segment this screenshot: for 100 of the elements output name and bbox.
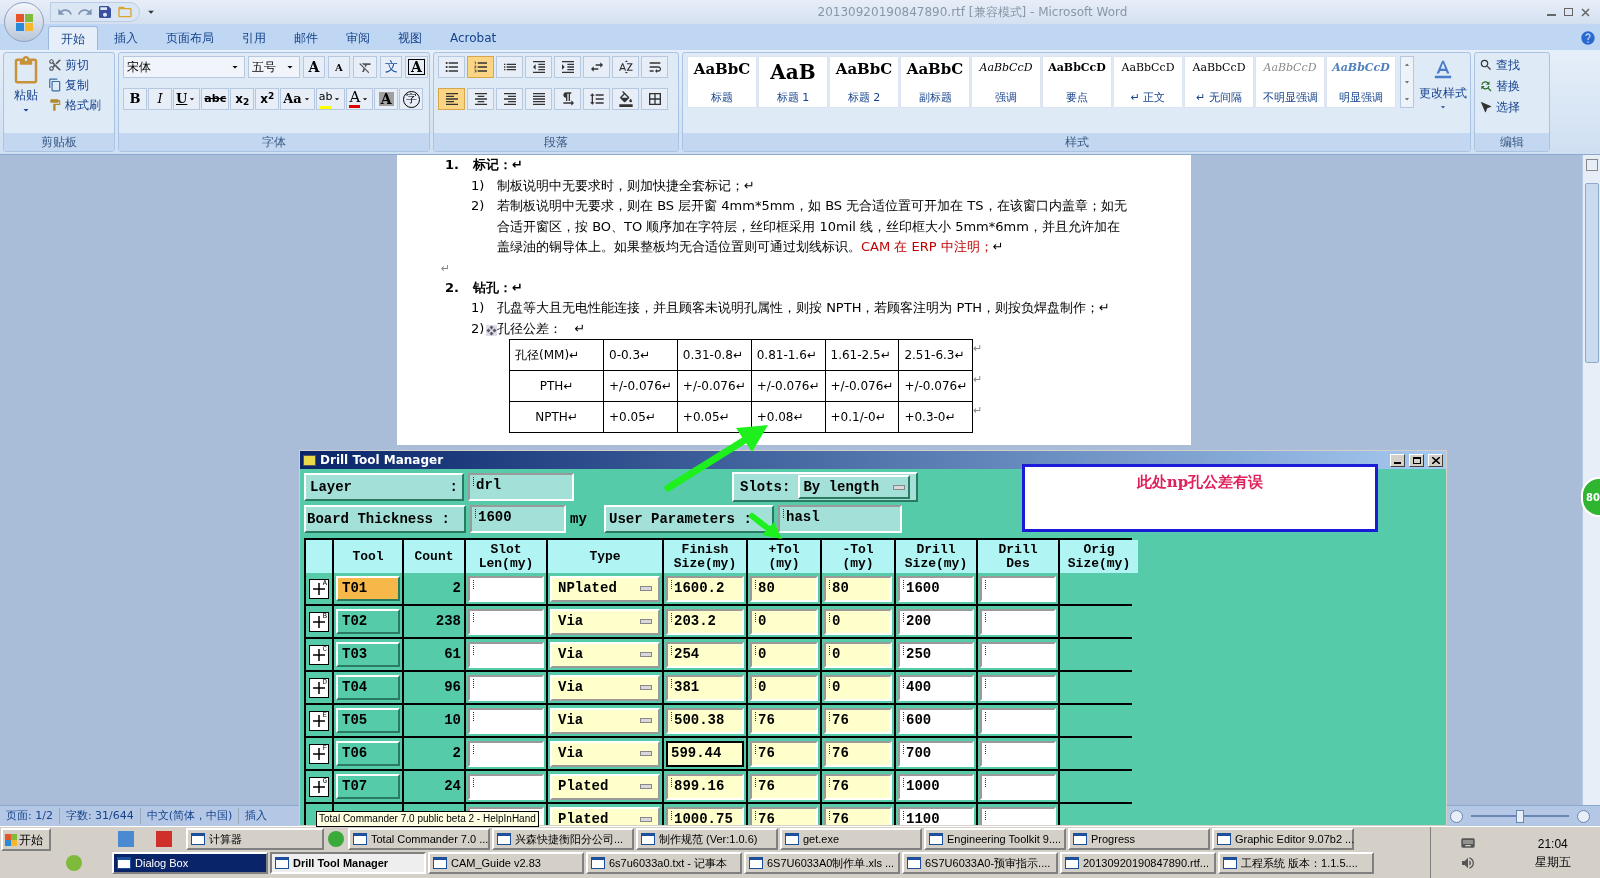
restore-icon[interactable] — [1564, 8, 1573, 16]
slot-length-field[interactable] — [468, 641, 544, 668]
style-swatch[interactable]: AaBbC 副标题 — [900, 56, 970, 108]
plus-tolerance-field[interactable]: 76 — [750, 773, 818, 800]
tool-button[interactable]: T07 — [336, 774, 400, 799]
drill-size-field[interactable]: 200 — [898, 608, 974, 635]
slot-length-field[interactable] — [468, 674, 544, 701]
taskbar-button[interactable]: 20130920190847890.rtf... — [1060, 852, 1216, 874]
copy-button[interactable]: 复制 — [48, 76, 101, 94]
drill-size-field[interactable]: 1100 — [898, 806, 974, 825]
quick-launch-icon[interactable] — [328, 831, 344, 847]
paste-button[interactable]: 粘贴 — [8, 56, 44, 133]
minus-tolerance-field[interactable]: 0 — [824, 674, 892, 701]
drill-size-field[interactable]: 1000 — [898, 773, 974, 800]
taskbar-button[interactable]: 制作规范 (Ver:1.0.6) — [636, 828, 778, 850]
plus-tolerance-field[interactable]: 80 — [750, 575, 818, 602]
type-dropdown[interactable]: Via — [550, 641, 660, 668]
paragraph-button[interactable] — [438, 88, 465, 110]
style-swatch[interactable]: AaBbCcD 明显强调 — [1326, 56, 1396, 108]
ribbon-tab[interactable]: 插入 — [102, 26, 150, 50]
font-format-button[interactable]: U — [173, 88, 201, 110]
drill-designation-field[interactable] — [980, 806, 1056, 825]
plus-tolerance-field[interactable]: 76 — [750, 740, 818, 767]
paragraph-button[interactable] — [496, 56, 523, 78]
taskbar-button[interactable]: Graphic Editor 9.07b2 ... — [1212, 828, 1354, 850]
finish-size-field[interactable]: 1000.75 — [666, 806, 744, 825]
clear-format-button[interactable] — [353, 56, 377, 78]
cut-button[interactable]: 剪切 — [48, 56, 101, 74]
type-dropdown[interactable]: Plated — [550, 773, 660, 800]
zoom-out-icon[interactable] — [1450, 809, 1463, 823]
slot-length-field[interactable] — [468, 707, 544, 734]
taskbar-button[interactable]: Engineering Toolkit 9.... — [924, 828, 1066, 850]
change-styles-button[interactable]: 更改样式 — [1419, 56, 1467, 112]
type-dropdown[interactable]: NPlated — [550, 575, 660, 602]
style-swatch[interactable]: AaBbC 标题 — [687, 56, 757, 108]
drill-size-field[interactable]: 1600 — [898, 575, 974, 602]
tool-button[interactable]: T05 — [336, 708, 400, 733]
drill-size-field[interactable]: 600 — [898, 707, 974, 734]
plus-tolerance-field[interactable]: 0 — [750, 641, 818, 668]
paragraph-button[interactable] — [554, 56, 581, 78]
paragraph-button[interactable] — [525, 88, 552, 110]
help-icon[interactable] — [1580, 30, 1596, 46]
plus-tolerance-field[interactable]: 76 — [750, 806, 818, 825]
font-tool-button[interactable]: A — [405, 56, 428, 78]
ribbon-tab[interactable]: 审阅 — [334, 26, 382, 50]
finish-size-field[interactable]: 254 — [666, 641, 744, 668]
font-format-button[interactable]: I — [148, 88, 172, 110]
vertical-scrollbar[interactable] — [1582, 155, 1600, 805]
minus-tolerance-field[interactable]: 76 — [824, 740, 892, 767]
taskbar-button[interactable]: 6S7U6033A0制作单.xls ... — [744, 852, 900, 874]
font-format-button[interactable]: 字 — [399, 88, 424, 110]
ribbon-tab[interactable]: 引用 — [230, 26, 278, 50]
type-dropdown[interactable]: Via — [550, 707, 660, 734]
paragraph-button[interactable] — [467, 88, 494, 110]
taskbar-button[interactable]: 6s7u6033a0.txt - 记事本 — [586, 852, 742, 874]
gallery-scroll[interactable] — [1400, 56, 1414, 108]
save-icon[interactable] — [97, 4, 113, 20]
finish-size-field[interactable]: 381 — [666, 674, 744, 701]
drill-designation-field[interactable] — [980, 707, 1056, 734]
taskbar-button[interactable]: Total Commander 7.0 ... — [348, 828, 490, 850]
paragraph-button[interactable] — [583, 56, 610, 78]
paragraph-button[interactable] — [525, 56, 552, 78]
drill-designation-field[interactable] — [980, 641, 1056, 668]
paragraph-button[interactable] — [467, 56, 494, 78]
taskbar-button[interactable]: Dialog Box — [112, 852, 268, 874]
tool-button[interactable]: T06 — [336, 741, 400, 766]
taskbar-button[interactable]: CAM_Guide v2.83 — [428, 852, 584, 874]
font-format-button[interactable]: B — [123, 88, 147, 110]
style-swatch[interactable]: AaBbCcD 强调 — [971, 56, 1041, 108]
font-format-button[interactable]: A — [374, 88, 399, 110]
user-parameters-field[interactable]: hasl — [778, 505, 902, 533]
minus-tolerance-field[interactable]: 0 — [824, 641, 892, 668]
style-swatch[interactable]: AaBbCcD 不明显强调 — [1255, 56, 1325, 108]
ribbon-tab[interactable]: 视图 — [386, 26, 434, 50]
taskbar-button[interactable]: 兴森快捷衡阳分公司... — [492, 828, 634, 850]
format-painter-button[interactable]: 格式刷 — [48, 96, 101, 114]
maximize-button[interactable] — [1409, 453, 1424, 467]
paragraph-button[interactable] — [612, 56, 639, 78]
slot-length-field[interactable] — [468, 740, 544, 767]
font-name-dropdown[interactable]: 宋体 — [123, 56, 245, 78]
minus-tolerance-field[interactable]: 0 — [824, 608, 892, 635]
replace-button[interactable]: 替换 — [1479, 77, 1520, 95]
plus-tolerance-field[interactable]: 76 — [750, 707, 818, 734]
paragraph-button[interactable] — [496, 88, 523, 110]
font-format-button[interactable]: Aa — [280, 88, 315, 110]
font-format-button[interactable]: abc — [201, 88, 230, 110]
tool-button[interactable]: T01 — [336, 576, 400, 601]
slots-dropdown[interactable]: By length — [798, 475, 911, 499]
slot-length-field[interactable] — [468, 608, 544, 635]
paragraph-button[interactable] — [641, 56, 668, 78]
font-tool-button[interactable]: A — [303, 56, 325, 78]
ribbon-tab[interactable]: Acrobat — [438, 26, 509, 50]
start-button[interactable]: 开始 — [1, 828, 51, 851]
close-button[interactable] — [1428, 453, 1443, 467]
drill-designation-field[interactable] — [980, 608, 1056, 635]
taskbar-button[interactable]: Drill Tool Manager — [270, 852, 426, 874]
close-icon[interactable] — [1581, 7, 1590, 17]
font-format-button[interactable]: A — [346, 88, 374, 110]
minimize-button[interactable] — [1390, 453, 1405, 467]
layer-field[interactable]: drl — [468, 473, 574, 501]
